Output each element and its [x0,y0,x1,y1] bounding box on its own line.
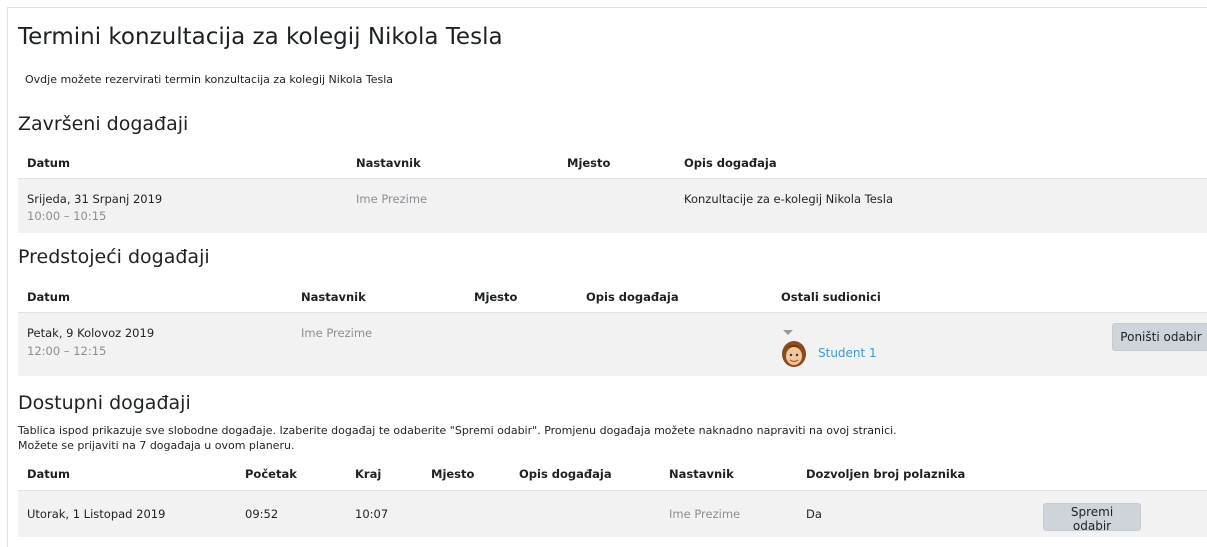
participant-link[interactable]: Student 1 [818,346,877,360]
available-row-start: 09:52 [245,507,279,521]
available-note: Tablica ispod prikazuje sve slobodne dog… [18,424,897,437]
chevron-down-icon[interactable] [783,330,793,335]
available-header-allowed: Dozvoljen broj polaznika [806,467,966,481]
completed-row-time: 10:00 – 10:15 [27,209,107,223]
available-header-location: Mjesto [431,467,475,481]
upcoming-events-heading: Predstojeći događaji [18,246,210,268]
avatar [782,341,806,367]
available-header-date: Datum [27,467,70,481]
available-limit-note: Možete se prijaviti na 7 događaja u ovom… [18,439,295,452]
upcoming-header-location: Mjesto [474,290,518,304]
available-events-heading: Dostupni događaji [18,392,191,414]
completed-header-date: Datum [27,156,70,170]
upcoming-header-participants: Ostali sudionici [781,290,881,304]
upcoming-header-date: Datum [27,290,70,304]
completed-row-description: Konzultacije za e-kolegij Nikola Tesla [684,192,894,206]
upcoming-header-teacher: Nastavnik [301,290,366,304]
available-row-end: 10:07 [355,507,389,521]
completed-row-date: Srijeda, 31 Srpanj 2019 [27,192,163,206]
available-row-allowed: Da [806,507,822,521]
completed-header-description: Opis događaja [684,156,777,170]
available-header-end: Kraj [355,467,382,481]
upcoming-row-time: 12:00 – 12:15 [27,344,107,358]
page-intro: Ovdje možete rezervirati termin konzulta… [25,73,393,86]
available-row-teacher: Ime Prezime [669,507,741,521]
completed-header-teacher: Nastavnik [356,156,421,170]
available-row-date: Utorak, 1 Listopad 2019 [27,507,166,521]
completed-header-location: Mjesto [567,156,611,170]
table-row [18,491,1207,537]
table-row [18,313,1207,376]
available-header-teacher: Nastavnik [669,467,734,481]
cancel-selection-button[interactable]: Poništi odabir [1112,323,1207,351]
save-selection-button[interactable]: Spremi odabir [1043,503,1141,533]
upcoming-header-description: Opis događaja [586,290,679,304]
completed-events-heading: Završeni događaji [18,113,189,135]
page-frame [7,7,1207,547]
completed-row-teacher: Ime Prezime [356,192,428,206]
table-row [18,179,1207,233]
upcoming-row-teacher: Ime Prezime [301,326,373,340]
page-title: Termini konzultacija za kolegij Nikola T… [18,24,503,50]
available-header-start: Početak [245,467,297,481]
upcoming-row-date: Petak, 9 Kolovoz 2019 [27,326,155,340]
available-header-description: Opis događaja [519,467,612,481]
